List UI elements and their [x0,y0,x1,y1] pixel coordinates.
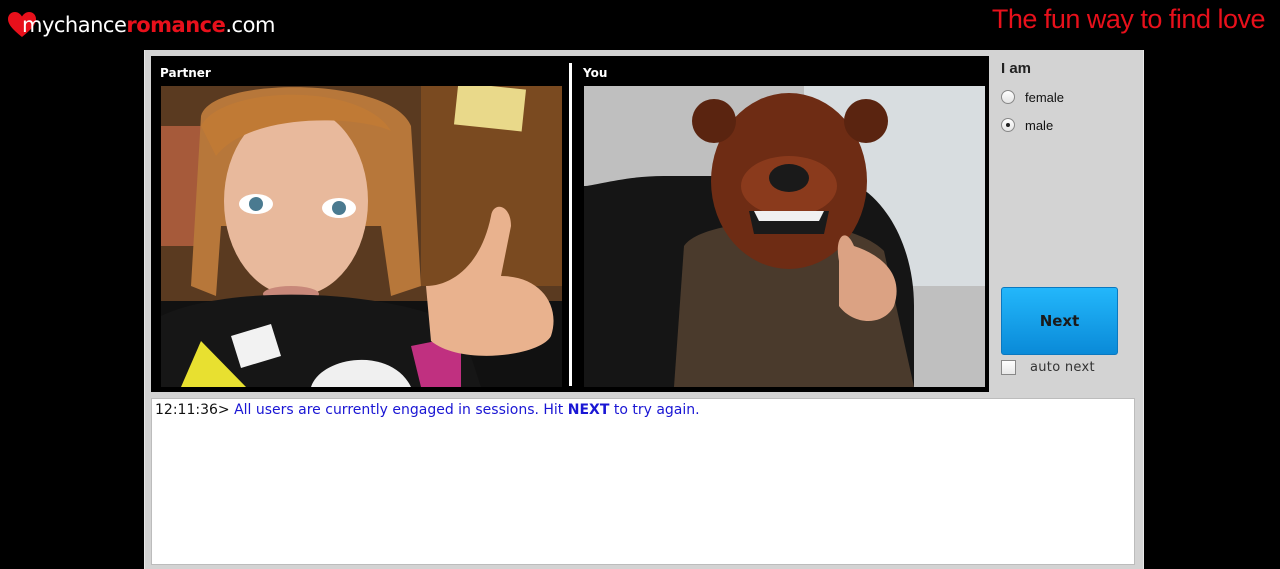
radio-male[interactable] [1001,118,1015,132]
logo-com: .com [225,13,275,37]
auto-next-checkbox[interactable] [1001,360,1016,375]
tagline: The fun way to find love [991,4,1266,34]
video-frame: Partner You [151,56,989,392]
chat-panel: Partner You I am female male Next auto n… [144,50,1144,569]
next-button[interactable]: Next [1001,287,1118,355]
radio-female-label: female [1025,89,1065,105]
log-message-tail: to try again. [613,402,700,418]
logo-romance: romance [126,13,226,37]
partner-video [161,86,562,387]
top-bar: mychanceromance.com The fun way to find … [0,0,1280,48]
radio-male-label: male [1025,117,1054,133]
logo-chance: chance [53,13,127,37]
video-divider [569,63,572,386]
radio-female[interactable] [1001,90,1015,104]
auto-next-label: auto next [1030,360,1095,375]
self-video [584,86,985,387]
auto-next-option[interactable]: auto next [1001,360,1095,375]
you-label: You [583,66,608,80]
side-panel: I am female male Next auto next [1001,58,1141,398]
site-logo[interactable]: mychanceromance.com [8,8,275,42]
chat-log[interactable]: 12:11:36> All users are currently engage… [151,398,1135,565]
logo-my: my [22,13,54,37]
log-timestamp: 12:11:36> [155,402,230,418]
i-am-label: I am [1001,60,1032,77]
log-message: All users are currently engaged in sessi… [234,402,564,418]
log-entry: 12:11:36> All users are currently engage… [155,402,1131,418]
gender-option-female[interactable]: female [1001,88,1064,106]
log-message-emphasis: NEXT [567,402,610,418]
gender-option-male[interactable]: male [1001,116,1053,134]
partner-label: Partner [160,66,211,80]
